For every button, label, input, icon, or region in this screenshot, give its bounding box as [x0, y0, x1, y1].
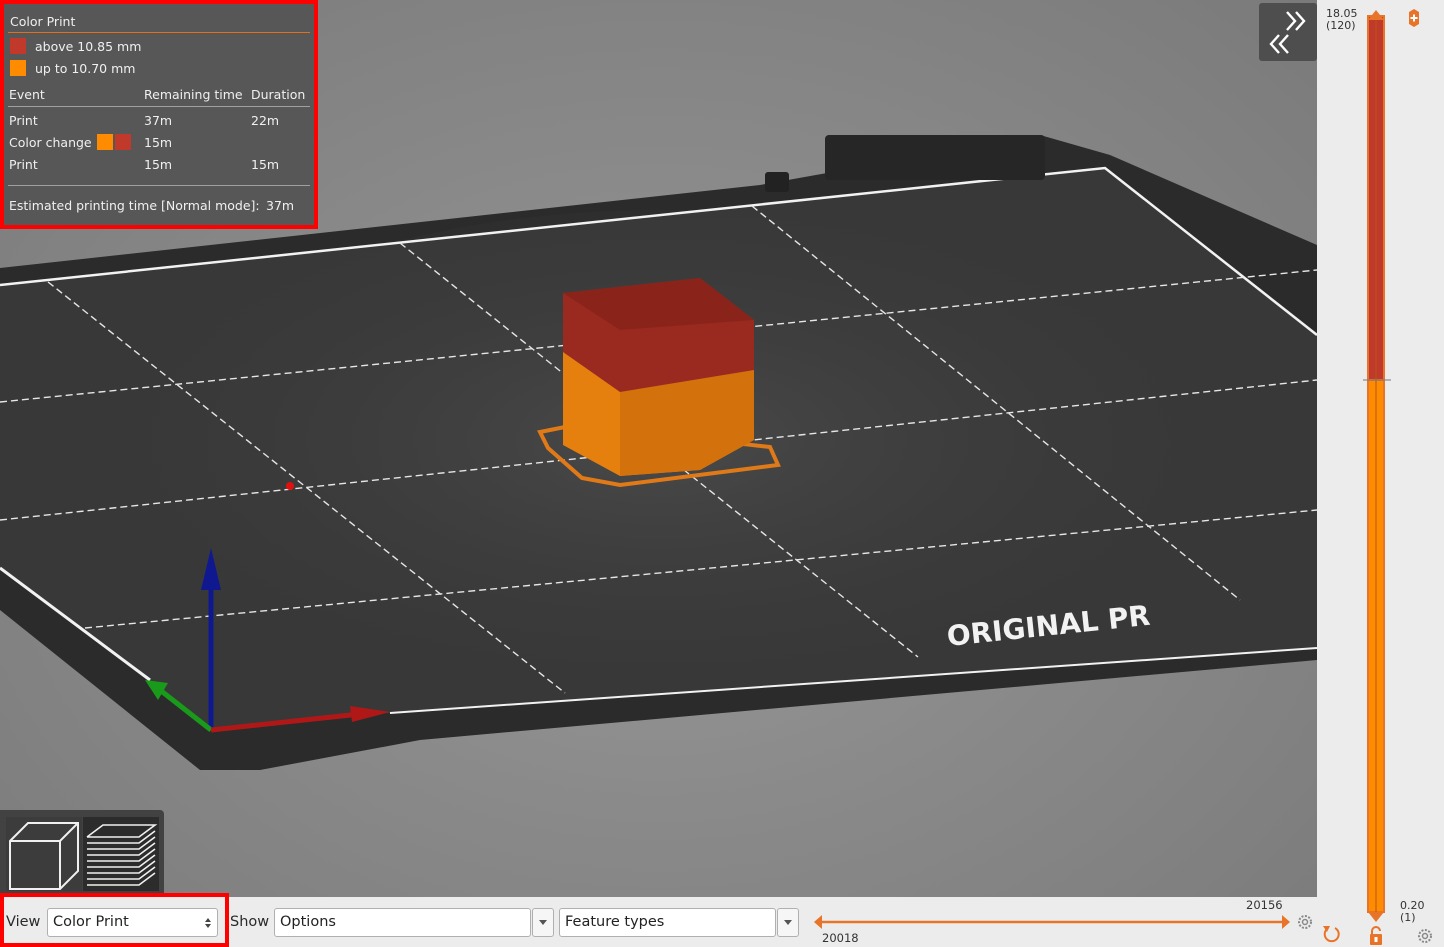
options-dropdown-button[interactable] — [532, 908, 554, 937]
estimate-label: Estimated printing time [Normal mode]: — [9, 198, 260, 213]
legend-title: Color Print — [10, 14, 76, 29]
double-chevron-icon — [1269, 11, 1306, 54]
bed-knob — [765, 172, 789, 192]
lower-thumb[interactable] — [1368, 912, 1384, 922]
options-value: Options — [280, 914, 336, 930]
chevron-down-icon — [539, 920, 547, 925]
bed-back-block — [825, 135, 1045, 180]
lock-icon[interactable] — [1370, 926, 1382, 945]
event-row-3-remaining: 15m — [144, 157, 173, 172]
event-row-1-duration: 22m — [251, 113, 280, 128]
collapse-sidebar-button[interactable] — [1259, 3, 1317, 61]
event-row-1-event: Print — [9, 113, 38, 128]
header-remaining-time: Remaining time — [144, 87, 243, 102]
color-change-to-swatch — [115, 134, 131, 150]
move-slider[interactable] — [808, 909, 1317, 947]
legend-title-separator — [8, 32, 310, 33]
add-color-change-icon[interactable] — [1409, 9, 1419, 27]
preview-window: ORIGINAL PR Color Print above 10.85 mm u… — [0, 0, 1444, 947]
view-type-toggle — [0, 810, 164, 897]
undo-arrow-icon[interactable] — [1320, 923, 1340, 945]
feature-types-combo[interactable]: Feature types — [559, 908, 776, 937]
move-right-thumb[interactable] — [1282, 915, 1290, 929]
layers-icon — [86, 824, 158, 886]
legend-footer-separator — [8, 185, 310, 186]
cube-icon — [9, 822, 79, 890]
bottom-layer-number: (1) — [1400, 911, 1416, 924]
show-label: Show — [230, 914, 270, 930]
move-left-thumb[interactable] — [814, 915, 822, 929]
color-swatch-lower — [10, 60, 26, 76]
origin-dot — [286, 482, 294, 490]
color-change-from-swatch — [97, 134, 113, 150]
view-selector-highlight — [0, 893, 229, 947]
settings-cog-icon[interactable] — [1298, 915, 1312, 929]
options-combo[interactable]: Options — [274, 908, 531, 937]
layer-slider-panel: 18.05 (120) 0.20 (1) — [1317, 0, 1444, 947]
event-row-3-duration: 15m — [251, 157, 280, 172]
event-row-3-event: Print — [9, 157, 38, 172]
layer-slider[interactable] — [1317, 0, 1444, 947]
feature-types-value: Feature types — [565, 914, 665, 930]
event-row-1-remaining: 37m — [144, 113, 173, 128]
header-event: Event — [9, 87, 45, 102]
color-label-upper: above 10.85 mm — [35, 39, 142, 54]
estimate-value: 37m — [266, 198, 295, 213]
layers-view-button[interactable] — [83, 817, 159, 891]
3d-view-button[interactable] — [6, 817, 82, 891]
color-swatch-upper — [10, 38, 26, 54]
header-duration: Duration — [251, 87, 306, 102]
feature-types-dropdown-button[interactable] — [777, 908, 799, 937]
3d-viewport[interactable]: ORIGINAL PR Color Print above 10.85 mm u… — [0, 0, 1317, 897]
color-label-lower: up to 10.70 mm — [35, 61, 136, 76]
chevron-down-icon — [784, 920, 792, 925]
color-print-legend: Color Print above 10.85 mm up to 10.70 m… — [0, 0, 318, 229]
settings-cog-icon[interactable] — [1418, 929, 1432, 943]
legend-header-separator — [8, 106, 310, 107]
event-row-2-remaining: 15m — [144, 135, 173, 150]
event-row-2-event: Color change — [9, 135, 92, 150]
